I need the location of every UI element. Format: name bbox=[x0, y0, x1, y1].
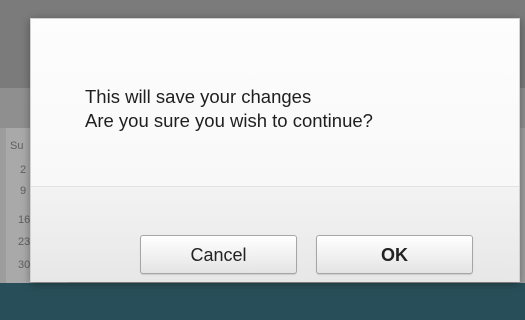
calendar-day: 23 bbox=[18, 236, 31, 248]
cancel-button[interactable]: Cancel bbox=[140, 235, 297, 274]
confirm-dialog: This will save your changes Are you sure… bbox=[30, 18, 520, 282]
calendar-day: 16 bbox=[18, 214, 31, 226]
dialog-message-line-1: This will save your changes bbox=[85, 86, 312, 107]
background-footer-bar bbox=[0, 283, 525, 320]
calendar-day: 2 bbox=[20, 164, 27, 176]
dialog-message: This will save your changes Are you sure… bbox=[85, 85, 505, 133]
calendar-day: 9 bbox=[20, 185, 27, 197]
ok-button[interactable]: OK bbox=[316, 235, 473, 274]
dialog-button-bar: Cancel OK bbox=[31, 186, 519, 282]
calendar-weekday-label: Su bbox=[10, 140, 24, 152]
dialog-message-line-2: Are you sure you wish to continue? bbox=[85, 110, 373, 131]
calendar-day: 30 bbox=[18, 259, 31, 271]
